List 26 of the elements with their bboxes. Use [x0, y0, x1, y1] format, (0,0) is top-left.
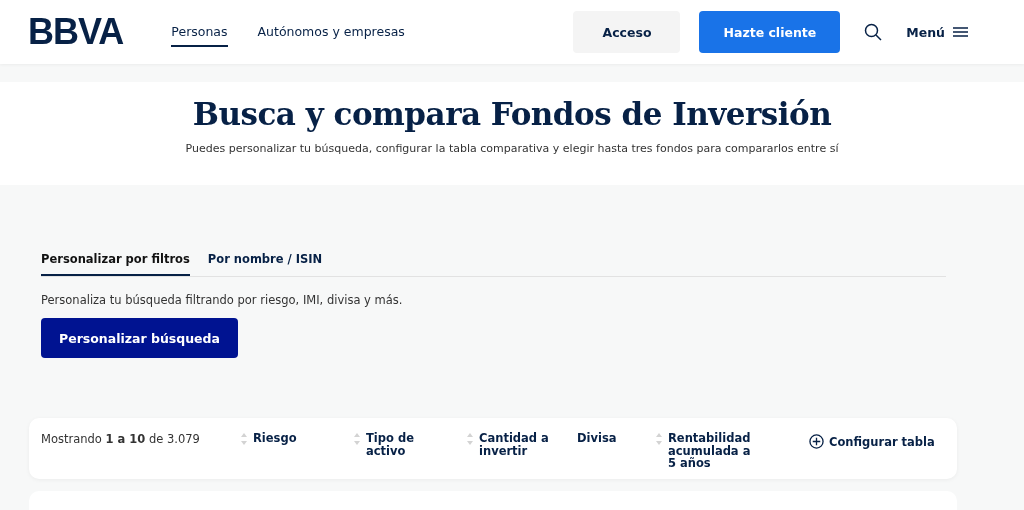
- sort-icon[interactable]: [240, 432, 248, 446]
- nav-link[interactable]: Autónomos y empresas: [257, 17, 405, 47]
- column-header[interactable]: Cantidad a invertir: [479, 432, 553, 458]
- sort-icon[interactable]: [353, 432, 361, 446]
- column-header[interactable]: Divisa: [577, 432, 637, 445]
- tab[interactable]: Personalizar por filtros: [41, 252, 190, 276]
- page-subtitle: Puedes personalizar tu búsqueda, configurar la tabla comparativa y elegir hasta tres fondos para compararlos entre sí: [185, 142, 839, 155]
- filter-description: Personaliza tu búsqueda filtrando por riesgo, IMI, divisa y más.: [41, 293, 404, 307]
- column-header[interactable]: Tipo de activo: [366, 432, 436, 458]
- column-header[interactable]: Riesgo: [253, 432, 323, 446]
- sort-icon[interactable]: [655, 432, 663, 446]
- customize-search-button[interactable]: Personalizar búsqueda: [41, 318, 238, 358]
- column-header[interactable]: Rentabilidad acumulada a 5 años: [668, 432, 760, 470]
- tab[interactable]: Por nombre / ISIN: [207, 252, 323, 276]
- search-icon[interactable]: [864, 23, 883, 41]
- page-title: Busca y compara Fondos de Inversión: [192, 96, 832, 132]
- configure-table-link[interactable]: Configurar tabla: [809, 434, 935, 449]
- sort-icon[interactable]: [466, 432, 474, 446]
- plus-circle-icon: [809, 434, 824, 449]
- signup-button[interactable]: Hazte cliente: [699, 11, 841, 53]
- menu-icon: [953, 27, 968, 37]
- results-count: Mostrando 1 a 10 de 3.079: [41, 432, 201, 446]
- access-button[interactable]: Acceso: [573, 11, 681, 53]
- menu-button[interactable]: Menú: [906, 24, 968, 40]
- bbva-logo[interactable]: BBVA: [28, 11, 124, 53]
- nav-link[interactable]: Personas: [171, 17, 228, 47]
